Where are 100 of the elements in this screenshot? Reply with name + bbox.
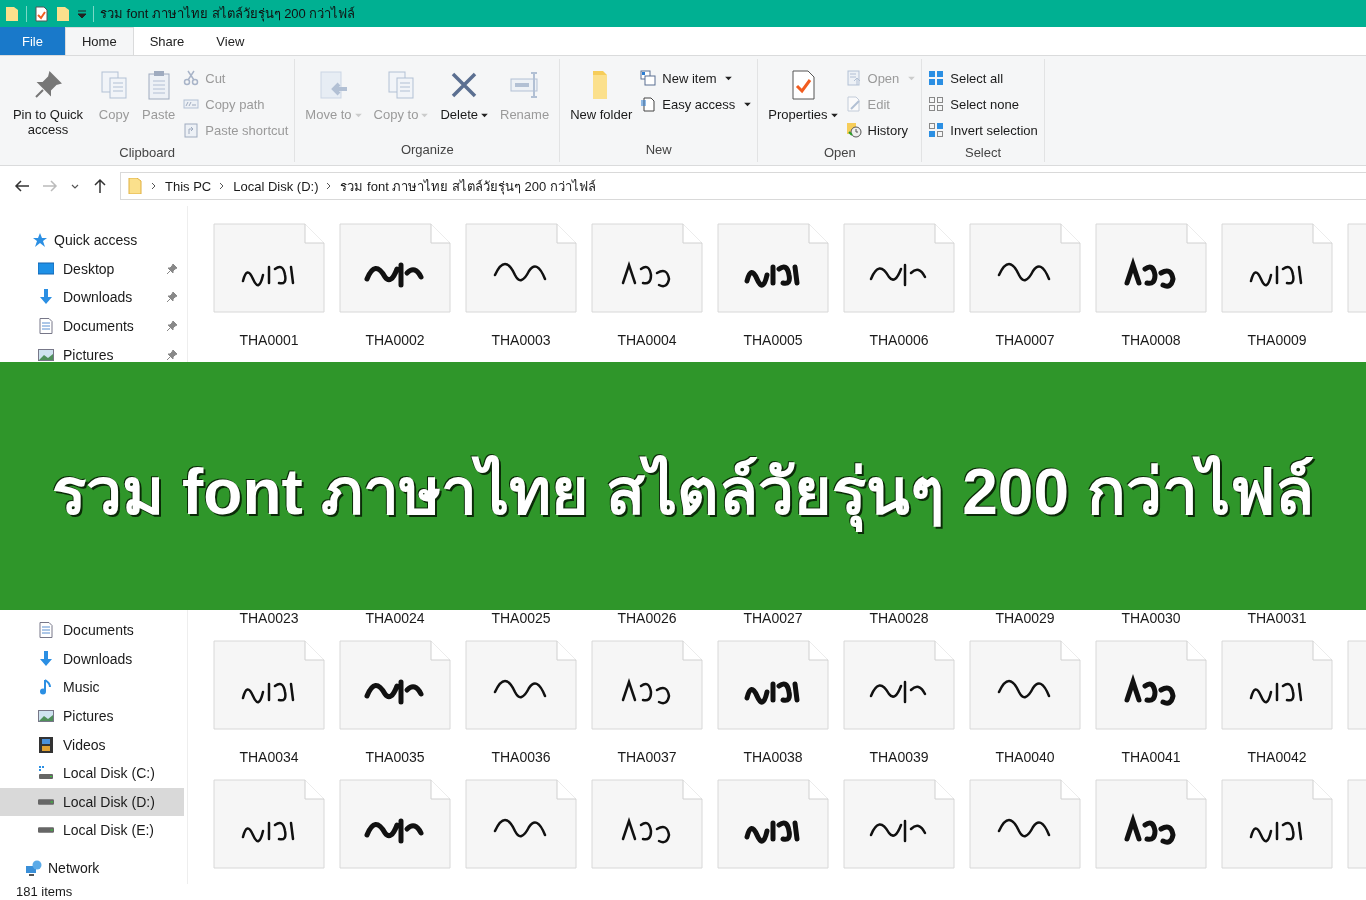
ribbon-button[interactable]: Pin to Quick access	[6, 63, 90, 143]
nav-item[interactable]: Quick access	[0, 231, 187, 250]
nav-item[interactable]: Documents	[0, 317, 184, 336]
down-arrow-icon	[38, 650, 54, 667]
breadcrumb[interactable]: This PC	[165, 178, 212, 194]
grid-icon	[928, 70, 945, 86]
ribbon-button[interactable]: New folder	[566, 63, 637, 140]
caret-icon	[744, 101, 752, 107]
file-item[interactable]: THA0009	[1221, 223, 1333, 362]
ribbon-button[interactable]: Properties	[764, 63, 842, 143]
file-item[interactable]: THA0026	[591, 610, 703, 626]
nav-item[interactable]: Documents	[0, 615, 184, 645]
partial-grid-icon	[928, 122, 945, 138]
font-file-icon	[717, 640, 829, 730]
file-item[interactable]: THA0029	[969, 610, 1081, 626]
file-item[interactable]: THA0040	[969, 640, 1081, 779]
file-item[interactable]: THA0023	[213, 610, 325, 626]
star-icon	[32, 232, 48, 249]
file-item[interactable]: THA0008	[1095, 223, 1207, 362]
caret-icon	[481, 113, 488, 119]
down-arrow-icon	[38, 289, 54, 306]
group-label: New	[644, 141, 673, 159]
file-item[interactable]: THA0006	[843, 223, 955, 362]
chevron-icon	[151, 181, 157, 191]
font-file-icon	[465, 640, 577, 730]
nav-item[interactable]: Pictures	[0, 701, 184, 731]
shortcut-icon	[183, 122, 200, 138]
file-item[interactable]: THA0039	[843, 640, 955, 779]
ribbon-button[interactable]: Delete	[436, 63, 492, 140]
file-item[interactable]: THA0001	[213, 223, 325, 362]
file-item[interactable]: THA0031	[1221, 610, 1333, 626]
address-bar[interactable]: This PC Local Disk (D:) รวม font ภาษาไทย สไตล์วัยรุ่นๆ 200 กว่าไฟล์	[120, 172, 1366, 200]
file-item[interactable]: THA0005	[717, 223, 829, 362]
font-file-icon	[1095, 640, 1207, 730]
ribbon-button[interactable]: Select all	[928, 65, 1038, 91]
nav-item[interactable]: Downloads	[0, 288, 184, 307]
caret-icon	[354, 113, 362, 119]
nav-item[interactable]: Downloads	[0, 644, 184, 674]
caret-icon	[830, 113, 838, 119]
font-file-icon	[969, 779, 1081, 869]
file-item[interactable]: THA0034	[213, 640, 325, 779]
up-arrow-icon[interactable]	[92, 178, 108, 194]
nav-item[interactable]: Music	[0, 673, 184, 702]
file-item[interactable]: THA0024	[339, 610, 451, 626]
ribbon-button[interactable]: New item	[640, 65, 752, 91]
file-item[interactable]: THA0041	[1095, 640, 1207, 779]
file-item[interactable]: THA0002	[339, 223, 451, 362]
font-file-icon	[843, 223, 955, 313]
ribbon-tab[interactable]: Share	[133, 27, 201, 55]
pin-icon	[166, 262, 178, 275]
file-item[interactable]: THA0028	[843, 610, 955, 626]
font-file-icon	[1095, 223, 1207, 313]
file-item[interactable]: THA0004	[591, 223, 703, 362]
ribbon-button[interactable]: Select none	[928, 91, 1038, 117]
breadcrumb[interactable]: รวม font ภาษาไทย สไตล์วัยรุ่นๆ 200 กว่าไฟล์	[340, 175, 596, 197]
font-file-icon	[843, 779, 955, 869]
nav-item[interactable]: Local Disk (E:)	[0, 816, 184, 845]
ribbon-tab[interactable]: View	[200, 27, 261, 55]
pages-icon	[385, 69, 417, 101]
nav-item[interactable]: Pictures	[0, 345, 184, 364]
nav-item[interactable]: Local Disk (C:)	[0, 758, 184, 788]
page-arrow-icon	[317, 69, 350, 101]
landscape-icon	[38, 708, 54, 725]
file-item[interactable]: THA0003	[465, 223, 577, 362]
dropdown-icon[interactable]	[77, 8, 87, 19]
file-item[interactable]: THA0030	[1095, 610, 1207, 626]
ribbon-button[interactable]: Easy access	[640, 91, 752, 117]
nav-item[interactable]: Local Disk (D:)	[0, 787, 184, 817]
drive-icon	[38, 827, 54, 834]
file-item[interactable]: THA0035	[339, 640, 451, 779]
font-file-icon	[1095, 779, 1207, 869]
ribbon-button[interactable]: Invert selection	[928, 117, 1038, 143]
document-lines-icon	[640, 96, 657, 112]
clock-icon	[845, 122, 862, 138]
font-file-icon	[591, 223, 703, 313]
file-item[interactable]: THA0037	[591, 640, 703, 779]
file-item[interactable]: THA0036	[465, 640, 577, 779]
file-item[interactable]: THA0042	[1221, 640, 1333, 779]
font-file-icon	[717, 779, 829, 869]
film-icon	[38, 736, 54, 753]
font-file-icon	[339, 223, 451, 313]
file-item[interactable]: THA0038	[717, 640, 829, 779]
breadcrumb[interactable]: Local Disk (D:)	[233, 178, 319, 194]
font-file-icon	[213, 779, 325, 869]
file-item[interactable]: THA0007	[969, 223, 1081, 362]
font-file-icon	[717, 223, 829, 313]
file-item[interactable]: THA0027	[717, 610, 829, 626]
nav-item[interactable]: Videos	[0, 730, 184, 759]
file-item[interactable]: THA0025	[465, 610, 577, 626]
group-label: Open	[822, 144, 857, 162]
font-file-icon	[969, 640, 1081, 730]
caret-icon	[908, 75, 916, 81]
ribbon-tab[interactable]: Home	[64, 27, 134, 55]
ribbon-button[interactable]: History	[845, 117, 916, 143]
nav-item[interactable]: Desktop	[0, 259, 184, 278]
font-file-icon	[339, 779, 451, 869]
back-arrow-icon[interactable]	[14, 178, 30, 194]
nav-item[interactable]: Network	[0, 859, 187, 877]
document-check-icon[interactable]	[33, 5, 49, 22]
ribbon-tab[interactable]: File	[0, 27, 65, 55]
